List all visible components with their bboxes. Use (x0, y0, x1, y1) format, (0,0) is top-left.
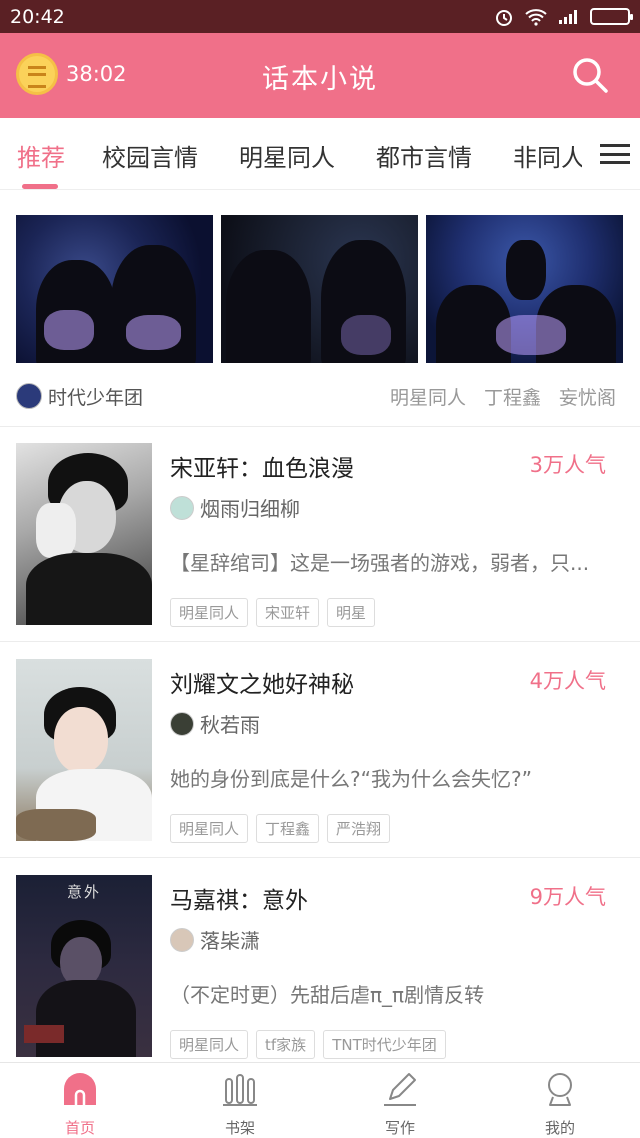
book-title[interactable]: 马嘉祺：意外 (170, 881, 308, 915)
book-popularity: 9万人气 (529, 885, 606, 909)
book-tags: 明星同人 丁程鑫 严浩翔 (170, 814, 391, 843)
book-title[interactable]: 宋亚轩：血色浪漫 (170, 449, 354, 483)
book-popularity: 3万人气 (529, 453, 606, 477)
divider (0, 857, 640, 858)
profile-icon (548, 1073, 572, 1106)
tag[interactable]: 明星同人 (170, 1030, 249, 1059)
status-icons (494, 7, 633, 27)
app-header: 38:02 话本小说 (0, 33, 640, 118)
active-tab-indicator (22, 184, 58, 189)
alarm-icon (496, 9, 512, 26)
tag[interactable]: 严浩翔 (327, 814, 391, 843)
category-tabs: 推荐 校园言情 明星同人 都市言情 非同人: (0, 118, 640, 190)
avatar (170, 711, 194, 736)
featured-author[interactable]: 时代少年团 (48, 383, 143, 410)
home-icon (64, 1073, 96, 1105)
bottom-nav: 首页 书架 写作 我的 (0, 1062, 640, 1138)
book-tags: 明星同人 宋亚轩 明星 (170, 598, 376, 627)
pen-icon (384, 1073, 416, 1106)
book-description: 她的身份到底是什么?“我为什么会失忆?” (170, 767, 532, 791)
tag[interactable]: 明星同人 (170, 598, 249, 627)
divider (0, 426, 640, 427)
status-bar: 20:42 (0, 0, 640, 33)
author-name: 落枈潇 (200, 929, 260, 953)
author-name: 秋若雨 (200, 713, 260, 737)
tag[interactable]: 宋亚轩 (256, 598, 320, 627)
featured-footer: 时代少年团 明星同人 丁程鑫 妄忧阁 (16, 380, 616, 412)
divider (0, 641, 640, 642)
book-description: 【星辞绾司】这是一场强者的游戏，弱者，只... (170, 551, 590, 575)
nav-profile[interactable]: 我的 (520, 1071, 600, 1138)
tag[interactable]: 明星同人 (170, 814, 249, 843)
author-row[interactable]: 秋若雨 (170, 709, 260, 738)
menu-icon[interactable] (600, 144, 630, 164)
book-cover[interactable] (16, 659, 152, 841)
book-cover[interactable]: 意外 (16, 875, 152, 1057)
nav-label: 我的 (544, 1119, 575, 1137)
nav-label: 书架 (224, 1119, 255, 1137)
list-item[interactable]: 意外 马嘉祺：意外 9万人气 落枈潇 （不定时更）先甜后虐π_π剧情反转 明星同… (0, 875, 640, 1075)
tab-recommend[interactable]: 推荐 (17, 138, 65, 173)
book-popularity: 4万人气 (529, 669, 606, 693)
author-name: 烟雨归细柳 (200, 497, 300, 521)
book-cover[interactable] (16, 443, 152, 625)
list-item[interactable]: 刘耀文之她好神秘 4万人气 秋若雨 她的身份到底是什么?“我为什么会失忆?” 明… (0, 659, 640, 859)
tag[interactable]: TNT时代少年团 (323, 1030, 446, 1059)
cover-title-text: 意外 (66, 883, 101, 901)
tag[interactable]: 丁程鑫 (256, 814, 320, 843)
nav-write[interactable]: 写作 (360, 1071, 440, 1138)
tag[interactable]: 明星 (327, 598, 376, 627)
nav-label: 写作 (384, 1119, 415, 1137)
tag[interactable]: tf家族 (256, 1030, 316, 1059)
featured-tag[interactable]: 妄忧阁 (559, 383, 616, 410)
author-row[interactable]: 落枈潇 (170, 925, 260, 954)
avatar (170, 927, 194, 952)
book-title[interactable]: 刘耀文之她好神秘 (170, 665, 354, 699)
signal-icon (559, 9, 577, 24)
nav-label: 首页 (64, 1119, 95, 1137)
nav-bookshelf[interactable]: 书架 (200, 1071, 280, 1138)
book-description: （不定时更）先甜后虐π_π剧情反转 (170, 983, 485, 1007)
avatar (170, 495, 194, 520)
featured-image-2[interactable] (221, 215, 418, 363)
featured-images[interactable] (16, 215, 626, 363)
avatar[interactable] (16, 383, 42, 409)
book-tags: 明星同人 tf家族 TNT时代少年团 (170, 1030, 446, 1059)
battery-icon (590, 8, 633, 25)
tab-campus-romance[interactable]: 校园言情 (102, 138, 198, 173)
featured-image-1[interactable] (16, 215, 213, 363)
featured-image-3[interactable] (426, 215, 623, 363)
author-row[interactable]: 烟雨归细柳 (170, 493, 300, 522)
bookshelf-icon (223, 1074, 257, 1106)
app-title: 话本小说 (262, 64, 378, 95)
wifi-icon (525, 8, 547, 26)
featured-tags: 明星同人 丁程鑫 妄忧阁 (390, 383, 616, 410)
featured-tag[interactable]: 丁程鑫 (484, 383, 541, 410)
search-icon[interactable] (570, 55, 610, 95)
tab-celebrity-fanfic[interactable]: 明星同人 (239, 138, 335, 173)
list-item[interactable]: 宋亚轩：血色浪漫 3万人气 烟雨归细柳 【星辞绾司】这是一场强者的游戏，弱者，只… (0, 443, 640, 643)
tab-urban-romance[interactable]: 都市言情 (376, 138, 472, 173)
featured-tag[interactable]: 明星同人 (390, 383, 466, 410)
nav-home[interactable]: 首页 (40, 1071, 120, 1138)
status-time: 20:42 (10, 5, 65, 28)
